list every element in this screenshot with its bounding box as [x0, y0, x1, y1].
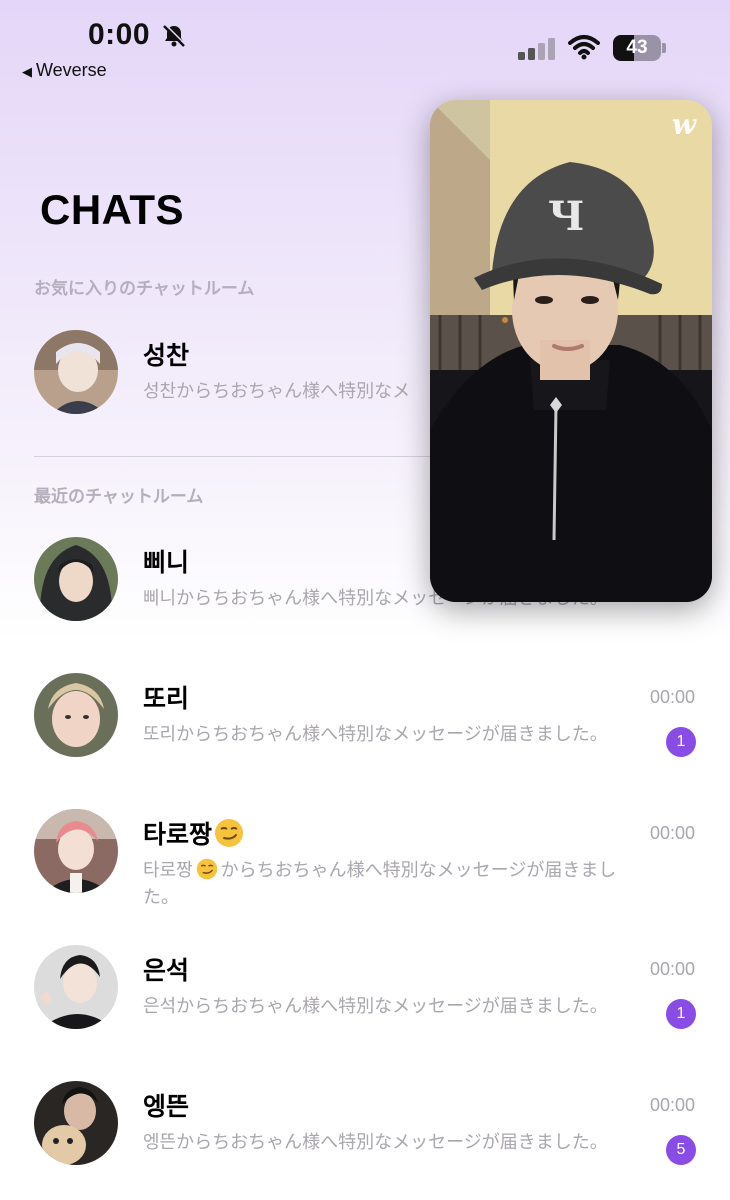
avatar [34, 673, 118, 757]
chat-time: 00:00 [649, 687, 695, 707]
back-arrow-icon: ◀ [22, 64, 32, 79]
favorites-section-label: お気に入りのチャットルーム [34, 279, 255, 298]
battery-icon: 43 [613, 35, 661, 61]
pip-video-frame: Ч [430, 100, 712, 602]
chat-time: 00:00 [649, 1095, 695, 1115]
chat-message: 또리からちおちゃん様へ特別なメッセージが届きました。 [143, 724, 608, 744]
chat-time: 00:00 [649, 959, 695, 979]
page-title: CHATS [40, 186, 185, 233]
chat-name-text: 타로짱 [143, 821, 213, 849]
back-to-app[interactable]: ◀ Weverse [22, 60, 107, 81]
bell-muted-icon [163, 23, 187, 47]
weverse-logo: w [671, 108, 696, 141]
chat-name: 또리 [143, 685, 190, 713]
chat-name: 삐니 [143, 549, 190, 577]
recent-section-label: 最近のチャットルーム [34, 487, 204, 506]
svg-text:Ч: Ч [548, 193, 585, 240]
chat-time: 00:00 [649, 823, 695, 843]
chat-message: 엥뜬からちおちゃん様へ特別なメッセージが届きました。 [143, 1132, 608, 1152]
pip-video-player[interactable]: Ч w [430, 100, 712, 602]
avatar [34, 809, 118, 893]
chat-message: 성찬からちおちゃん様へ特別なメッセージが届きました。 [143, 381, 413, 401]
chat-name: 은석 [143, 957, 190, 985]
status-bar: 0:00 ◀ Weverse 43 [0, 0, 730, 90]
chat-message: 타로짱 からちおちゃん様へ特別なメッセージが届きました。 [143, 857, 618, 911]
back-app-label: Weverse [36, 60, 107, 80]
chat-row[interactable]: 또리 또리からちおちゃん様へ特別なメッセージが届きました。 00:00 1 [0, 673, 730, 783]
chat-row[interactable]: 은석 은석からちおちゃん様へ特別なメッセージが届きました。 00:00 1 [0, 945, 730, 1055]
chat-row[interactable]: 엥뜬 엥뜬からちおちゃん様へ特別なメッセージが届きました。 00:00 5 [0, 1081, 730, 1191]
unread-badge: 1 [666, 727, 696, 757]
chat-name: 성찬 [143, 342, 190, 370]
avatar [34, 330, 118, 414]
chat-message-sender: 타로짱 [143, 860, 193, 880]
unread-badge: 5 [666, 1135, 696, 1165]
wifi-icon [568, 35, 600, 60]
unread-badge: 1 [666, 999, 696, 1029]
avatar [34, 1081, 118, 1165]
status-time: 0:00 [88, 18, 151, 51]
chat-row[interactable]: 타로짱 타로짱 からちおちゃん様へ特別なメッセージが届きました。 00:00 [0, 809, 730, 919]
cellular-signal-icon [518, 38, 555, 60]
avatar [34, 537, 118, 621]
battery-tip [662, 43, 666, 53]
smirk-emoji-icon [215, 819, 244, 847]
chat-name: 엥뜬 [143, 1093, 190, 1121]
chat-message: 은석からちおちゃん様へ特別なメッセージが届きました。 [143, 996, 608, 1016]
chat-name: 타로짱 [143, 815, 244, 851]
battery-percent: 43 [626, 37, 648, 58]
avatar [34, 945, 118, 1029]
smirk-emoji-icon [196, 858, 217, 880]
